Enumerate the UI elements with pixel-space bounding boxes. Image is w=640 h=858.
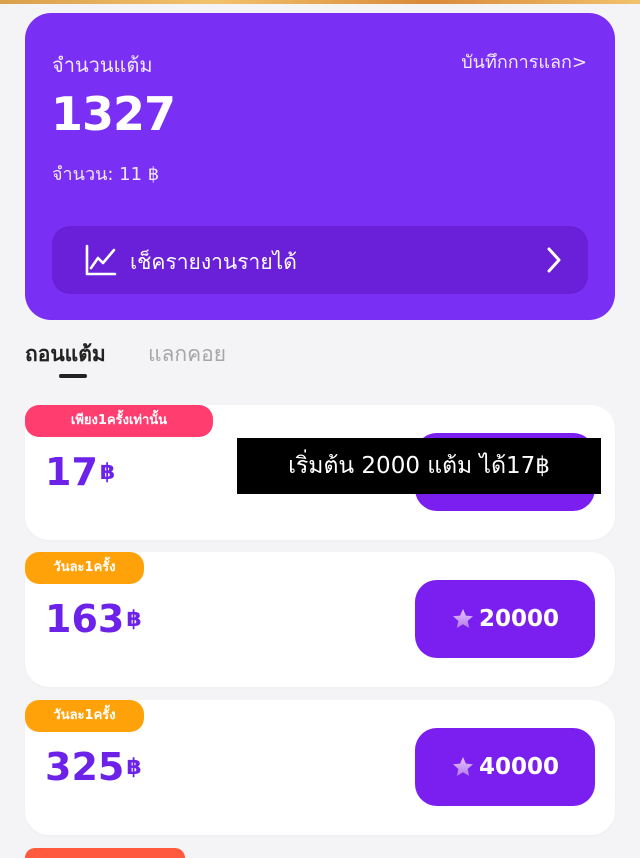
- tab-exchange-coins[interactable]: แลกคอย: [148, 338, 226, 371]
- redeem-cost: 40000: [478, 754, 560, 780]
- offer-badge: วันละ1ครั้ง: [25, 700, 144, 732]
- tab-withdraw-points[interactable]: ถอนแต้ม: [25, 338, 106, 371]
- offer-currency: ฿: [126, 755, 142, 780]
- offer-amount: 325฿: [45, 745, 142, 789]
- offer-amount-value: 163: [45, 597, 125, 641]
- active-tab-indicator: [59, 374, 87, 378]
- video-caption-overlay: เริ่มต้น 2000 แต้ม ได้17฿: [237, 438, 601, 494]
- offer-card: วันละ1ครั้ง 163฿ 20000: [25, 552, 615, 687]
- offer-amount: 17฿: [45, 450, 115, 494]
- points-baht-amount: จำนวน: 11 ฿: [52, 164, 160, 185]
- offer-amount-value: 325: [45, 745, 125, 789]
- chevron-right-icon: [547, 247, 561, 273]
- income-report-label: เช็ครายงานรายได้: [130, 250, 297, 274]
- offer-currency: ฿: [99, 460, 116, 485]
- income-report-button[interactable]: เช็ครายงานรายได้: [52, 226, 588, 294]
- line-chart-icon: [85, 244, 117, 276]
- offer-badge: เพียง1ครั้งเท่านั้น: [25, 405, 213, 437]
- redeem-button[interactable]: 40000: [415, 728, 595, 806]
- redeem-history-link[interactable]: บันทึกการแลก>: [461, 47, 587, 76]
- points-value: 1327: [51, 87, 176, 141]
- offer-card: วันละ1ครั้ง 325฿ 40000: [25, 700, 615, 835]
- star-icon: [452, 609, 473, 628]
- points-card: จำนวนแต้ม บันทึกการแลก> 1327 จำนวน: 11 ฿…: [25, 13, 615, 320]
- offer-badge: วันละ1ครั้ง: [25, 552, 144, 584]
- offer-currency: ฿: [126, 607, 142, 632]
- points-label: จำนวนแต้ม: [52, 53, 153, 77]
- next-offer-badge: [25, 848, 185, 858]
- redeem-cost: 20000: [478, 606, 560, 632]
- top-banner-edge: [0, 0, 640, 4]
- offer-amount-value: 17: [45, 450, 98, 494]
- offer-amount: 163฿: [45, 597, 142, 641]
- star-icon: [452, 757, 473, 776]
- redeem-button[interactable]: 20000: [415, 580, 595, 658]
